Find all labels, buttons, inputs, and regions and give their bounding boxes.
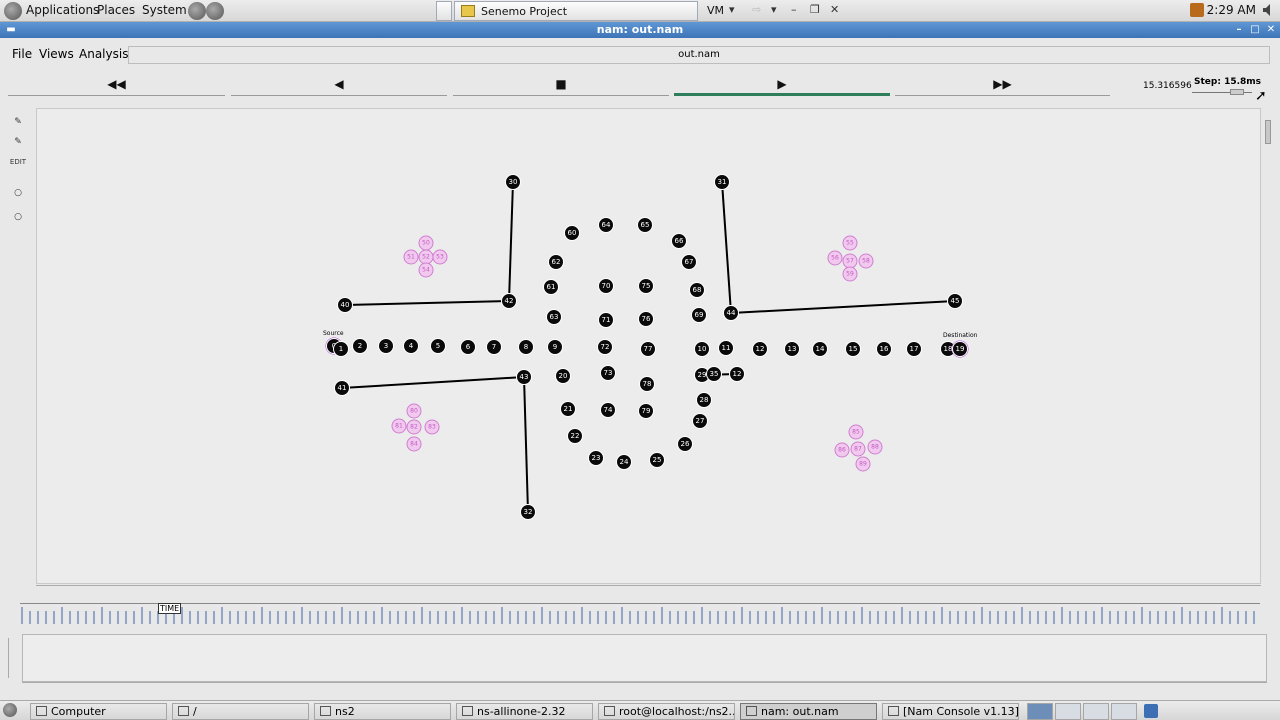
file-menu[interactable]: File: [12, 47, 32, 61]
bottom-panel: Computer / ns2 ns-allinone-2.32 root@loc…: [0, 700, 1280, 720]
analysis-menu[interactable]: Analysis: [79, 47, 128, 61]
close-icon[interactable]: ✕: [1264, 23, 1278, 36]
clock[interactable]: 2:29 AM: [1207, 3, 1256, 17]
step-label: Step: 15.8ms: [1194, 77, 1262, 87]
taskbar-ns2[interactable]: ns2: [314, 703, 451, 720]
top-panel: Applications Places System Senemo Projec…: [0, 0, 1280, 22]
link-tool-icon[interactable]: ○: [9, 208, 27, 226]
arrow-right-icon[interactable]: ⇨: [752, 3, 761, 16]
update-icon[interactable]: [1190, 3, 1204, 17]
vm-menu[interactable]: VM: [707, 4, 724, 17]
system-menu[interactable]: System: [142, 3, 187, 17]
taskbar-computer[interactable]: Computer: [30, 703, 167, 720]
folder-icon: [461, 5, 475, 17]
chevron-down-icon[interactable]: ▾: [729, 3, 735, 16]
console-hscroll[interactable]: [22, 682, 1267, 688]
computer-icon: [36, 706, 47, 716]
stop-button[interactable]: ■: [453, 74, 669, 96]
close-icon[interactable]: ✕: [830, 3, 839, 16]
source-label: Source: [323, 330, 344, 337]
filename-label: out.nam: [128, 46, 1270, 64]
chevron-down-icon[interactable]: ▾: [771, 3, 777, 16]
edit-tool[interactable]: EDIT: [9, 158, 27, 176]
node-tool-icon[interactable]: ○: [9, 184, 27, 202]
workspace-4[interactable]: [1111, 703, 1137, 720]
horizontal-scrollbar[interactable]: [36, 585, 1261, 593]
annotation-console[interactable]: [22, 634, 1267, 682]
screen: Applications Places System Senemo Projec…: [0, 0, 1280, 720]
launcher-icon[interactable]: [206, 2, 224, 20]
zoom-in-icon[interactable]: ✎: [9, 113, 27, 131]
minimize-icon[interactable]: –: [791, 3, 797, 16]
pin-icon[interactable]: [436, 1, 452, 21]
launcher-icon[interactable]: [188, 2, 206, 20]
timeline-marker[interactable]: TIME: [158, 603, 182, 614]
taskbar-nam[interactable]: nam: out.nam: [740, 703, 877, 720]
trash-icon[interactable]: [1144, 704, 1158, 718]
views-menu[interactable]: Views: [39, 47, 74, 61]
folder-icon: [178, 706, 189, 716]
timeline-slider[interactable]: [20, 603, 1260, 625]
maximize-icon[interactable]: □: [1248, 23, 1262, 36]
gnome-foot-icon[interactable]: [4, 2, 22, 20]
window-title: nam: out.nam: [596, 23, 684, 36]
senemo-project-tab[interactable]: Senemo Project: [454, 1, 698, 21]
window-icon: [746, 706, 757, 716]
taskbar-ns-allinone[interactable]: ns-allinone-2.32: [456, 703, 593, 720]
applications-menu[interactable]: Applications: [26, 3, 99, 17]
terminal-icon: [604, 706, 615, 716]
step-slider-thumb[interactable]: [1230, 89, 1244, 95]
vertical-scrollbar[interactable]: [1263, 108, 1275, 584]
fast-forward-button[interactable]: ▶▶: [895, 74, 1110, 96]
zoom-out-icon[interactable]: ✎: [9, 133, 27, 151]
folder-icon: [320, 706, 331, 716]
workspace-2[interactable]: [1055, 703, 1081, 720]
window-titlebar: nam: out.nam ▬ – □ ✕: [0, 22, 1280, 38]
taskbar-nam-console[interactable]: [Nam Console v1.13]: [882, 703, 1019, 720]
window-menu-icon[interactable]: ▬: [4, 23, 18, 36]
workspace-3[interactable]: [1083, 703, 1109, 720]
taskbar-terminal[interactable]: root@localhost:/ns2...: [598, 703, 735, 720]
vertical-scroll-thumb[interactable]: [1265, 120, 1271, 144]
window-icon: [888, 706, 899, 716]
play-button[interactable]: ▶: [674, 74, 890, 96]
mouse-cursor-icon: ➚: [1255, 88, 1267, 104]
taskbar-root-folder[interactable]: /: [172, 703, 309, 720]
rewind-button[interactable]: ◀◀: [8, 74, 225, 96]
folder-icon: [462, 706, 473, 716]
restore-icon[interactable]: ❐: [810, 3, 820, 16]
workspace-1[interactable]: [1027, 703, 1053, 720]
menubar: File Views Analysis out.nam: [0, 44, 1280, 66]
show-desktop-icon[interactable]: [3, 703, 17, 717]
speaker-icon[interactable]: [1261, 2, 1277, 18]
time-display: 15.316596: [1143, 81, 1192, 91]
step-back-button[interactable]: ◀: [231, 74, 447, 96]
places-menu[interactable]: Places: [97, 3, 135, 17]
destination-label: Destination: [943, 332, 978, 339]
console-scrollbar[interactable]: [8, 638, 16, 678]
network-canvas[interactable]: [36, 108, 1261, 584]
minimize-icon[interactable]: –: [1232, 23, 1246, 36]
